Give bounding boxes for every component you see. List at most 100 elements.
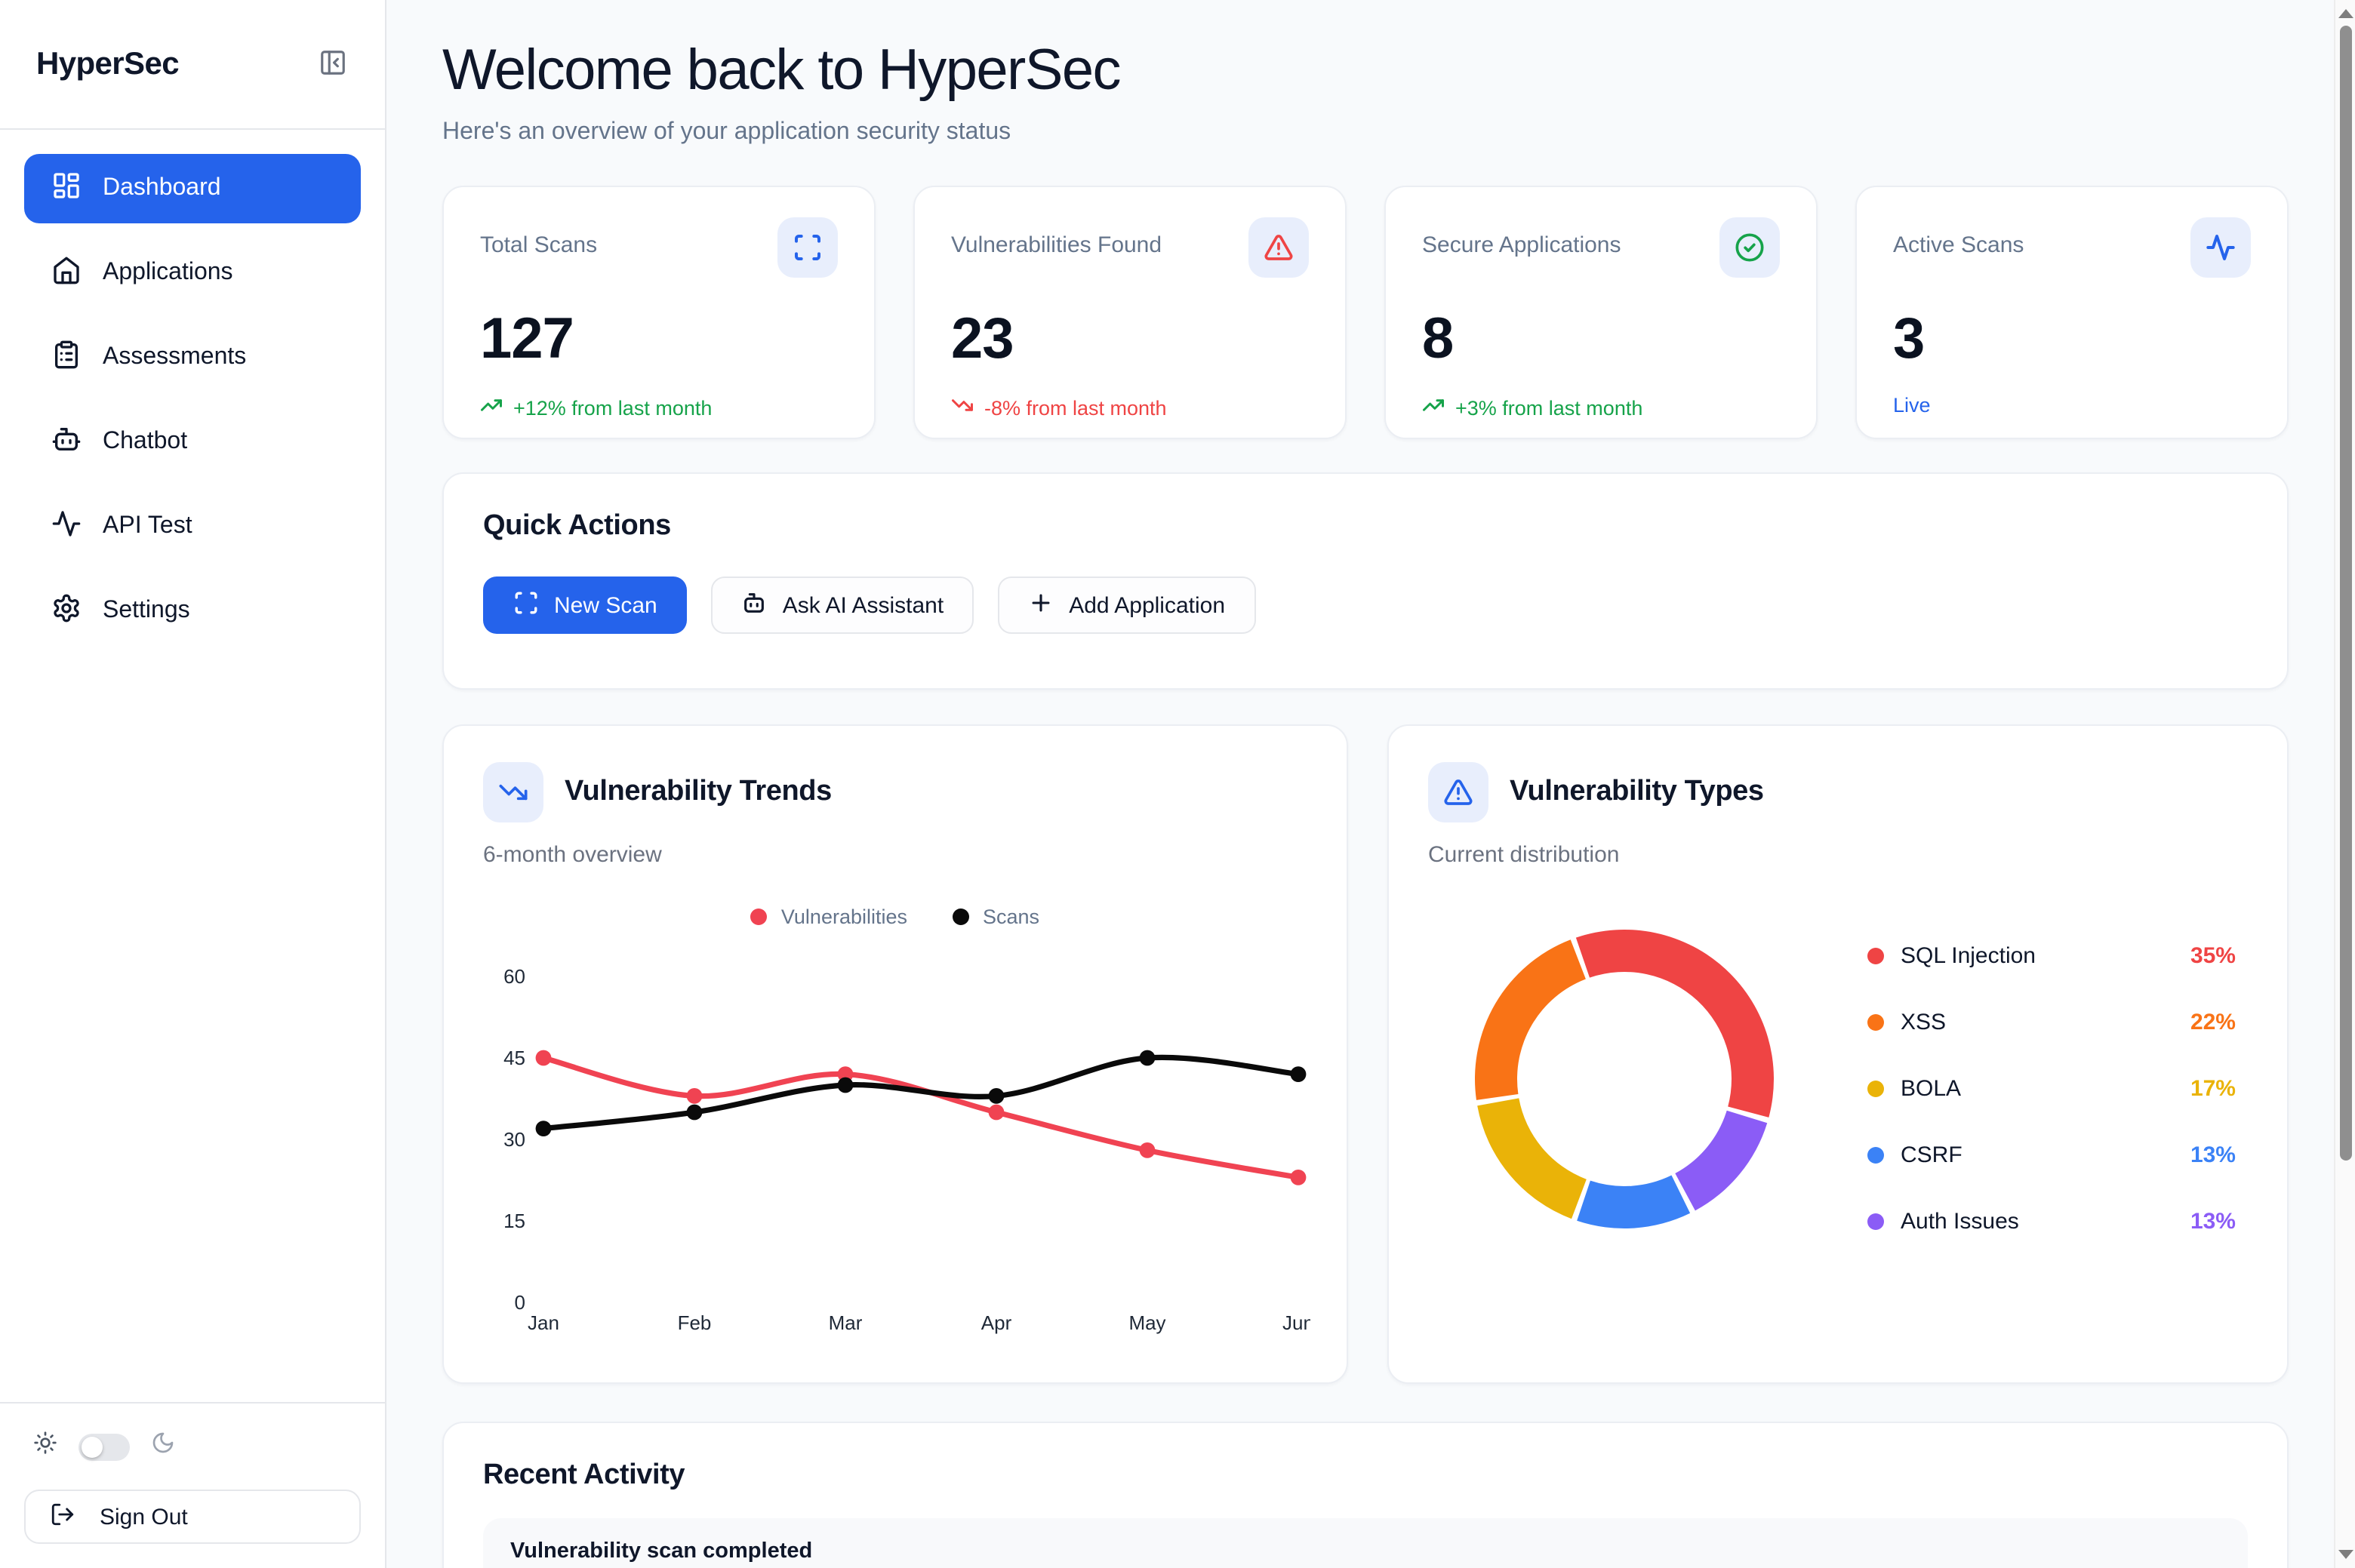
dashboard-icon — [51, 170, 82, 208]
scrollbar-down-arrow[interactable] — [2338, 1550, 2353, 1559]
legend-item-auth-issues: Auth Issues 13% — [1867, 1209, 2236, 1234]
sidebar-item-label: Settings — [103, 598, 190, 625]
legend-dot — [751, 909, 768, 925]
sidebar-item-chatbot[interactable]: Chatbot — [24, 407, 361, 477]
legend-percent: 22% — [2190, 1010, 2236, 1035]
sidebar-item-dashboard[interactable]: Dashboard — [24, 154, 361, 223]
sidebar-item-label: Dashboard — [103, 175, 221, 202]
legend-dot — [1867, 1081, 1884, 1097]
activity-list-item: Vulnerability scan completed — [483, 1518, 2248, 1568]
vulnerability-types-card: Vulnerability Types Current distribution… — [1387, 724, 2289, 1384]
scan-icon — [777, 217, 838, 278]
stat-trend-label: +12% from last month — [513, 396, 712, 419]
trending-up-icon — [1422, 394, 1445, 421]
scrollbar-up-arrow[interactable] — [2338, 9, 2353, 18]
types-title: Vulnerability Types — [1510, 776, 1764, 809]
svg-text:60: 60 — [503, 965, 525, 988]
activity-item-title: Vulnerability scan completed — [510, 1539, 2221, 1563]
charts-row: Vulnerability Trends 6-month overview Vu… — [442, 724, 2289, 1384]
quick-actions-card: Quick Actions New Scan Ask AI Assistant … — [442, 472, 2289, 690]
legend-dot — [1867, 1213, 1884, 1230]
legend-label: CSRF — [1901, 1142, 1962, 1168]
recent-activity-title: Recent Activity — [483, 1459, 2248, 1493]
gear-icon — [51, 592, 82, 630]
svg-text:Mar: Mar — [829, 1311, 863, 1334]
app-logo: HyperSec — [36, 46, 179, 82]
main-content: Welcome back to HyperSec Here's an overv… — [386, 0, 2334, 1568]
clipboard-icon — [51, 339, 82, 377]
stat-card-vulnerabilities-found: Vulnerabilities Found 23 -8% from last m… — [913, 186, 1347, 439]
add-application-button[interactable]: Add Application — [998, 576, 1255, 634]
stats-row: Total Scans 127 +12% from last month Vul… — [442, 186, 2289, 439]
svg-text:30: 30 — [503, 1128, 525, 1151]
trending-down-icon — [951, 394, 974, 421]
plus-icon — [1028, 589, 1054, 621]
page-subtitle: Here's an overview of your application s… — [442, 119, 2289, 146]
svg-text:May: May — [1128, 1311, 1165, 1334]
stat-label: Secure Applications — [1422, 232, 1621, 258]
stat-card-secure-applications: Secure Applications 8 +3% from last mont… — [1384, 186, 1818, 439]
legend-label: XSS — [1901, 1010, 1946, 1035]
scrollbar-thumb[interactable] — [2339, 26, 2351, 1161]
hypersec-dashboard: HyperSec Dashboard Applications Assessme… — [0, 0, 2355, 1568]
stat-label: Vulnerabilities Found — [951, 232, 1162, 258]
stat-card-active-scans: Active Scans 3 Live — [1855, 186, 2289, 439]
legend-item-xss: XSS 22% — [1867, 1010, 2236, 1035]
types-subtitle: Current distribution — [1428, 842, 2248, 868]
stat-trend: +12% from last month — [480, 394, 838, 421]
vertical-scrollbar — [2334, 0, 2355, 1568]
trending-up-icon — [480, 394, 503, 421]
ask-ai-assistant-button[interactable]: Ask AI Assistant — [712, 576, 974, 634]
sidebar-item-applications[interactable]: Applications — [24, 238, 361, 308]
sidebar-item-settings[interactable]: Settings — [24, 576, 361, 646]
stat-label: Total Scans — [480, 232, 597, 258]
sidebar-item-api-test[interactable]: API Test — [24, 492, 361, 561]
svg-text:45: 45 — [503, 1047, 525, 1069]
recent-activity-card: Recent Activity Vulnerability scan compl… — [442, 1422, 2289, 1568]
toggle-knob — [82, 1436, 103, 1457]
stat-label: Active Scans — [1893, 232, 2024, 258]
legend-dot — [1867, 1147, 1884, 1164]
scan-icon — [513, 589, 539, 621]
sun-icon — [33, 1431, 57, 1462]
stat-value: 23 — [951, 311, 1309, 368]
sidebar-collapse-button[interactable] — [312, 45, 352, 84]
bot-icon — [742, 589, 768, 621]
legend-label: SQL Injection — [1901, 943, 2036, 969]
check-circle-icon — [1719, 217, 1780, 278]
add-application-label: Add Application — [1069, 592, 1225, 618]
legend-item-vulnerabilities: Vulnerabilities — [751, 905, 907, 928]
svg-text:0: 0 — [515, 1291, 525, 1314]
sidebar-item-label: Applications — [103, 260, 233, 287]
vulnerability-trends-card: Vulnerability Trends 6-month overview Vu… — [442, 724, 1348, 1384]
stat-trend: +3% from last month — [1422, 394, 1780, 421]
dark-mode-toggle[interactable] — [78, 1433, 130, 1460]
stat-value: 8 — [1422, 311, 1780, 368]
stat-trend: Live — [1893, 394, 2251, 417]
svg-text:Jun: Jun — [1282, 1311, 1310, 1334]
page-title: Welcome back to HyperSec — [442, 39, 2289, 104]
legend-label: BOLA — [1901, 1076, 1961, 1102]
alert-triangle-icon — [1428, 762, 1488, 822]
sidebar-item-assessments[interactable]: Assessments — [24, 323, 361, 392]
quick-actions-title: Quick Actions — [483, 510, 2248, 543]
legend-item-sql-injection: SQL Injection 35% — [1867, 943, 2236, 969]
trends-subtitle: 6-month overview — [483, 842, 1307, 868]
new-scan-button[interactable]: New Scan — [483, 576, 688, 634]
legend-item-csrf: CSRF 13% — [1867, 1142, 2236, 1168]
moon-icon — [151, 1431, 175, 1462]
legend-label: Scans — [983, 905, 1039, 928]
types-legend: SQL Injection 35% XSS 22% BOLA 17% — [1867, 943, 2236, 1234]
sidebar-item-label: Chatbot — [103, 429, 187, 456]
sidebar: HyperSec Dashboard Applications Assessme… — [0, 0, 386, 1568]
stat-value: 3 — [1893, 311, 2251, 368]
trends-line-chart: 015304560JanFebMarAprMayJun — [483, 928, 1310, 1345]
alert-triangle-icon — [1248, 217, 1309, 278]
trending-down-icon — [483, 762, 543, 822]
svg-text:15: 15 — [503, 1210, 525, 1232]
sign-out-button[interactable]: Sign Out — [24, 1490, 361, 1544]
stat-card-total-scans: Total Scans 127 +12% from last month — [442, 186, 876, 439]
stat-trend-label: +3% from last month — [1455, 396, 1642, 419]
legend-label: Vulnerabilities — [781, 905, 907, 928]
sidebar-footer: Sign Out — [0, 1402, 385, 1568]
